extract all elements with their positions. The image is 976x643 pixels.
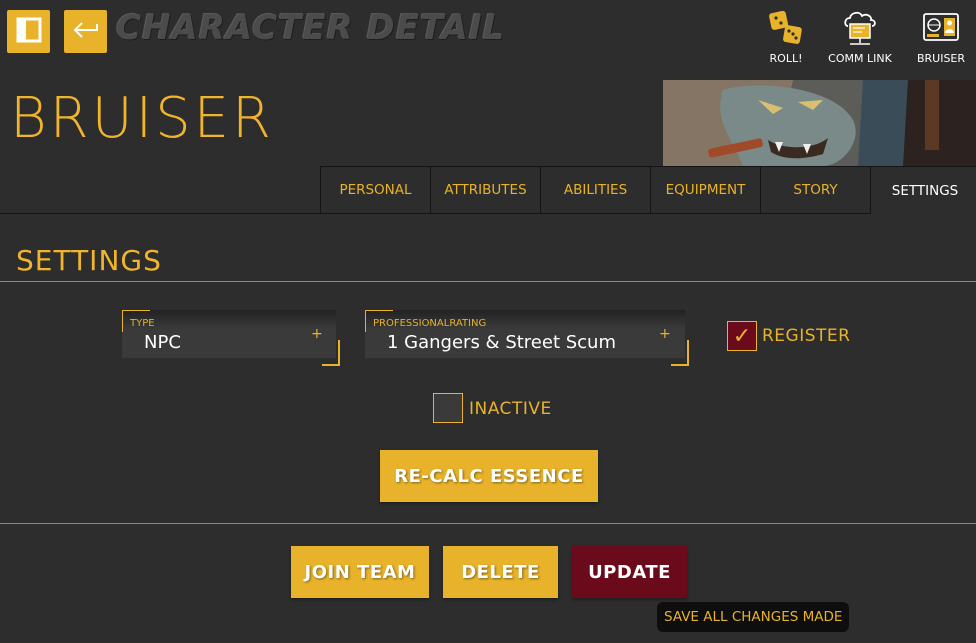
tab-personal[interactable]: PERSONAL bbox=[320, 166, 430, 214]
dice-icon bbox=[751, 8, 821, 48]
character-name: BRUISER bbox=[10, 86, 274, 151]
app-title: CHARACTER DETAIL bbox=[116, 8, 506, 48]
character-portrait bbox=[663, 80, 976, 166]
comm-link-label: COMM LINK bbox=[828, 52, 892, 65]
register-checkbox[interactable]: ✓ bbox=[727, 321, 757, 351]
type-plus-icon: + bbox=[311, 326, 323, 342]
character-id-icon bbox=[906, 8, 976, 48]
professional-rating-value: 1 Gangers & Street Scum bbox=[387, 332, 616, 353]
professional-rating-select[interactable]: PROFESSIONALRATING 1 Gangers & Street Sc… bbox=[365, 310, 689, 366]
type-label: TYPE bbox=[130, 318, 155, 329]
back-arrow-icon bbox=[72, 20, 100, 44]
comm-link-icon bbox=[825, 8, 895, 48]
tab-settings[interactable]: SETTINGS bbox=[870, 166, 976, 214]
character-id-button[interactable]: BRUISER bbox=[906, 8, 976, 65]
comm-link-button[interactable]: COMM LINK bbox=[825, 8, 895, 65]
join-team-button[interactable]: JOIN TEAM bbox=[291, 546, 429, 598]
professional-rating-corner bbox=[671, 340, 689, 366]
professional-rating-plus-icon: + bbox=[659, 326, 671, 342]
back-button[interactable] bbox=[64, 10, 107, 53]
character-id-label: BRUISER bbox=[916, 52, 966, 65]
type-select-corner bbox=[322, 340, 340, 366]
inactive-checkbox[interactable] bbox=[433, 393, 463, 423]
sidebar-toggle-icon bbox=[16, 17, 42, 47]
roll-button[interactable]: ROLL! bbox=[751, 8, 821, 65]
checkmark-icon: ✓ bbox=[732, 323, 752, 349]
recalc-essence-button[interactable]: RE-CALC ESSENCE bbox=[380, 450, 598, 502]
tab-story[interactable]: STORY bbox=[760, 166, 870, 214]
tab-equipment[interactable]: EQUIPMENT bbox=[650, 166, 760, 214]
inactive-label: INACTIVE bbox=[469, 399, 552, 419]
section-divider-bottom bbox=[0, 523, 976, 524]
sidebar-toggle-button[interactable] bbox=[7, 10, 50, 53]
register-label: REGISTER bbox=[762, 326, 851, 346]
type-value: NPC bbox=[144, 332, 181, 353]
section-divider-top bbox=[0, 281, 976, 282]
type-select[interactable]: TYPE NPC + bbox=[122, 310, 340, 366]
update-tooltip: SAVE ALL CHANGES MADE bbox=[657, 602, 850, 632]
tab-abilities[interactable]: ABILITIES bbox=[540, 166, 650, 214]
section-title: SETTINGS bbox=[16, 244, 162, 277]
update-button[interactable]: UPDATE bbox=[572, 546, 687, 598]
professional-rating-label: PROFESSIONALRATING bbox=[373, 318, 487, 329]
tab-bar: PERSONAL ATTRIBUTES ABILITIES EQUIPMENT … bbox=[320, 166, 976, 214]
delete-button[interactable]: DELETE bbox=[443, 546, 558, 598]
tab-attributes[interactable]: ATTRIBUTES bbox=[430, 166, 540, 214]
roll-label: ROLL! bbox=[769, 52, 803, 65]
